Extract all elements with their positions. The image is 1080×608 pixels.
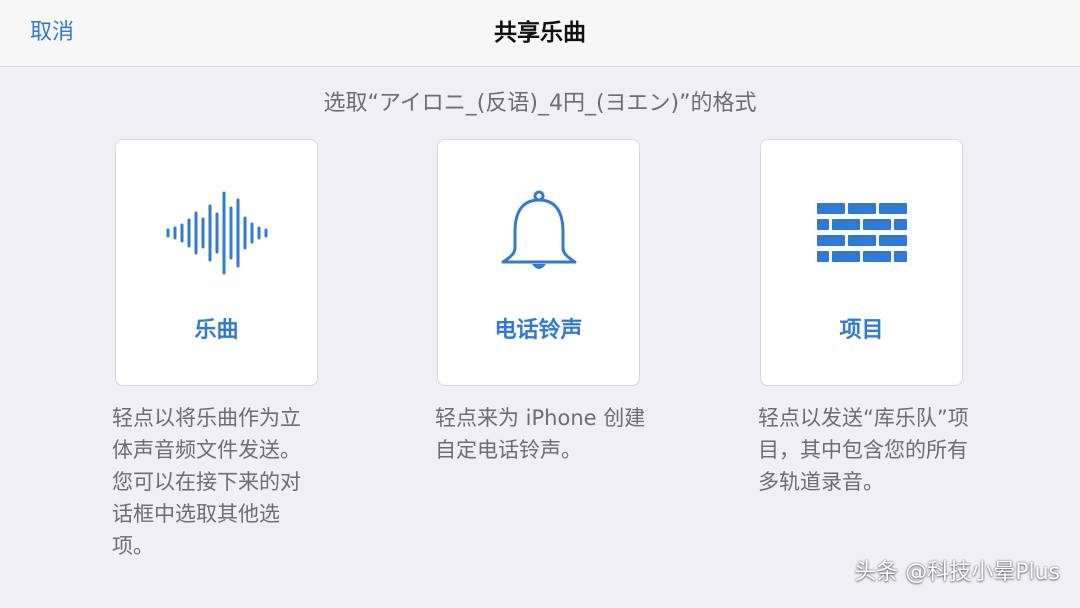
- share-option-song-label: 乐曲: [194, 318, 239, 343]
- page-title: 共享乐曲: [494, 20, 586, 46]
- share-option-project-label: 项目: [839, 318, 884, 343]
- share-option-project[interactable]: 项目: [760, 139, 963, 386]
- share-option-ringtone[interactable]: 电话铃声: [437, 139, 640, 386]
- share-option-ringtone-label: 电话铃声: [494, 318, 583, 343]
- share-option-song[interactable]: 乐曲: [115, 139, 318, 386]
- share-option-ringtone-description: 轻点来为 iPhone 创建自定电话铃声。: [435, 406, 646, 462]
- watermark: 头条 @科技小晕Plus: [854, 560, 1060, 585]
- waveform-icon: [116, 188, 317, 278]
- format-prompt: 选取“アイロニ_(反语)_4円_(ヨエン)”的格式: [323, 91, 757, 116]
- bell-icon: [438, 188, 639, 278]
- share-option-project-description: 轻点以发送“库乐队”项目，其中包含您的所有多轨道录音。: [758, 406, 969, 494]
- share-option-song-description: 轻点以将乐曲作为立体声音频文件发送。您可以在接下来的对话框中选取其他选项。: [112, 406, 301, 558]
- bricks-icon: [761, 188, 962, 278]
- navigation-bar: 取消 共享乐曲: [0, 0, 1080, 67]
